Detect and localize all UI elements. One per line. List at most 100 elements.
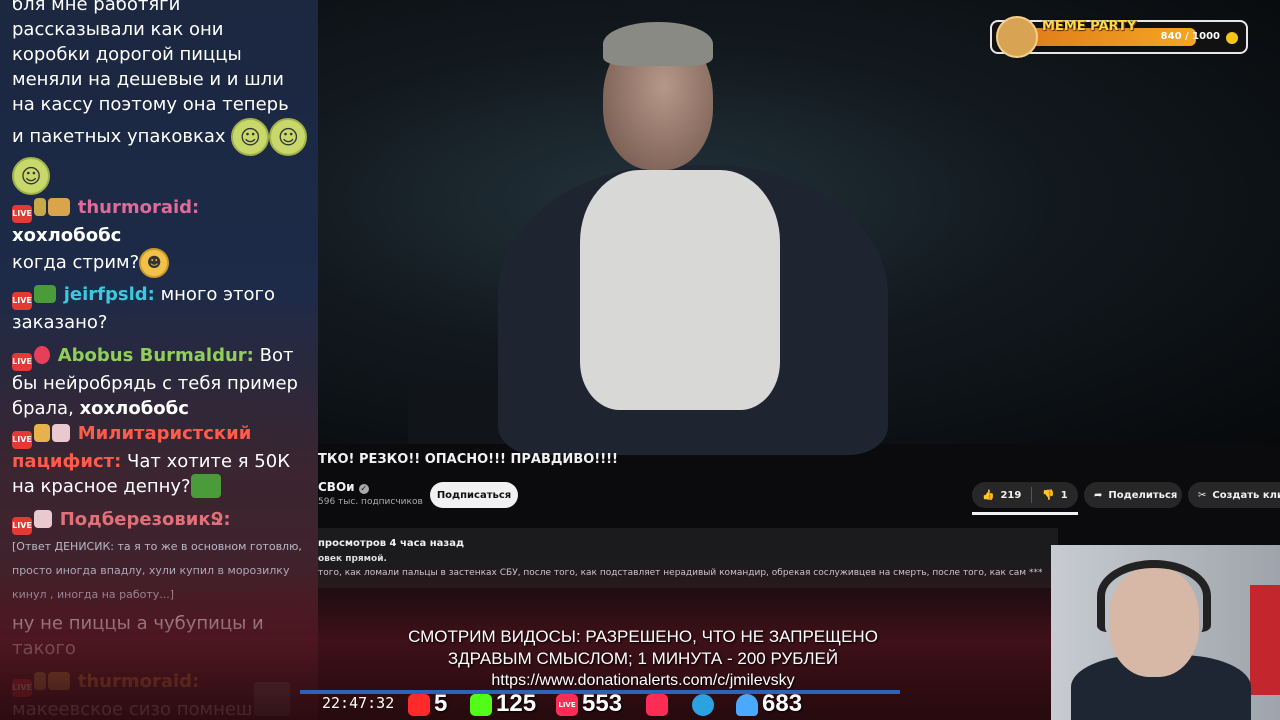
coin-icon [1226,32,1238,44]
chat-username[interactable]: Abobus Burmaldur: [58,345,254,366]
telegram-icon [692,694,714,716]
vk-video-icon [646,694,668,716]
live-badge-icon: LIVE [12,353,32,371]
cat-badge-icon [52,424,70,442]
donation-url[interactable]: https://www.donationalerts.com/c/jmilevs… [318,670,968,692]
shirt-shape [580,170,780,410]
like-count[interactable]: 219 [1000,490,1021,501]
clip-button[interactable]: ✂ Создать кли [1188,482,1280,508]
live-badge-icon: LIVE [12,205,32,223]
clock: 22:47:32 [322,694,395,712]
trophy-badge-icon [34,672,46,690]
chat-line: на кассу поэтому она теперь [12,94,289,115]
laughing-emote-icon: ☺ [12,157,50,195]
chat-text: бы нейробрядь с тебя пример [12,373,298,394]
like-dislike-group: 👍 219 👎 1 [972,482,1078,508]
share-icon: ➦ [1094,489,1103,501]
pepe-emote-icon [190,474,221,498]
live-badge-icon: LIVE [12,517,32,535]
donation-info: СМОТРИМ ВИДОСЫ: РАЗРЕШЕНО, ЧТО НЕ ЗАПРЕЩ… [318,626,968,692]
description-line: того, как ломали пальцы в застенках СБУ,… [318,568,1043,578]
chat-message: LIVE Abobus Burmaldur: Вот бы нейробрядь… [12,343,312,421]
chat-line: и пакетных упаковках ☺ ☺ [12,117,312,157]
verified-icon: ✓ [358,484,369,494]
person-hair-shape [603,22,713,66]
donation-rule-line: СМОТРИМ ВИДОСЫ: РАЗРЕШЕНО, ЧТО НЕ ЗАПРЕЩ… [408,627,878,646]
thumbs-down-icon[interactable]: 👎 [1042,490,1054,501]
reply-quote: [Ответ ДЕНИСИК: та я то же в основном го… [12,535,312,607]
grin-emote-icon: ☻ [139,248,170,278]
channel-name-text[interactable]: СВОи [318,480,355,494]
chat-message: LIVE Милитаристский пацифист: Чат хотите… [12,421,312,499]
video-title: ТКО! РЕЗКО!! ОПАСНО!!! ПРАВДИВО!!!! [318,452,618,467]
headphones-icon [1097,560,1211,632]
reply-line: [Ответ ДЕНИСИК: та я то же в основном го… [12,540,302,553]
thumbs-up-icon[interactable]: 👍 [982,490,994,501]
vk-live-viewer-count: 553 [582,690,623,717]
chat-text: Вот [259,345,294,366]
chat-message: LIVE jeirfpsld: много этого заказано? [12,282,312,335]
subscribe-button[interactable]: Подписаться [430,482,518,508]
total-viewer-count: 683 [762,690,803,717]
meme-party-bar: MEME PARTY 840 / 1000 [990,16,1248,58]
laughing-emote-icon: ☺ [269,118,308,156]
chat-mention: хохлобобс [79,398,189,419]
chat-username[interactable]: ПодберезовикՋ: [60,509,231,530]
chat-text: брала, [12,398,74,419]
reply-line: кинул , иногда на работу...] [12,588,175,601]
divider [1031,487,1033,503]
chat-message: LIVE thurmoraid: хохлобобс когда стрим? ☻ [12,195,312,278]
laughing-emote-icon: ☺ [231,118,270,156]
video-description[interactable]: просмотров 4 часа назад овек прямой. тог… [318,528,1058,588]
cat-badge-icon [34,510,52,528]
live-badge-icon: LIVE [12,292,32,310]
chat-line: меняли на дешевые и и шли [12,69,284,90]
flag-shape [1250,585,1280,695]
chat-username[interactable]: пацифист: [12,451,121,472]
description-line: овек прямой. [318,554,387,564]
subscriber-count: 596 тыс. подписчиков [318,497,423,507]
chat-text: такого [12,638,76,659]
trophy-badge-icon [34,198,46,216]
chat-text: хохлобобс [12,225,122,246]
video-frame[interactable] [318,0,1280,455]
dice-badge-icon [34,346,50,364]
chat-line: рассказывали как они [12,19,224,40]
chat-username[interactable]: thurmoraid: [78,197,200,218]
view-meta: просмотров 4 часа назад [318,538,465,549]
channel-name[interactable]: СВОи ✓ [318,480,369,494]
pet-badge-icon [48,198,70,216]
pet-badge-icon [48,672,70,690]
chat-text: много этого [160,284,275,305]
kick-icon [470,694,492,716]
chat-username[interactable]: Милитаристский [78,423,252,444]
scissors-icon: ✂ [1198,489,1207,501]
chat-username[interactable]: thurmoraid: [78,671,200,692]
donation-rule-line: ЗДРАВЫМ СМЫСЛОМ; 1 МИНУТА - 200 РУБЛЕЙ [447,649,839,668]
meme-party-value: 840 / 1000 [1160,31,1220,42]
doge-icon [996,16,1038,58]
vk-live-icon: LIVE [556,694,578,716]
webcam-feed [1051,545,1280,720]
chat-username[interactable]: jeirfpsld: [64,284,155,305]
chat-text: на красное депну? [12,476,191,497]
chat-line: бля мне работяги [12,0,181,15]
reply-line: просто иногда впадлу, хули купил в мороз… [12,564,290,577]
share-button[interactable]: ➦ Поделиться [1084,482,1182,508]
chat-text: Чат хотите я 50К [127,451,290,472]
chat-text: и пакетных упаковках [12,126,226,147]
beer-badge-icon [34,424,50,442]
youtube-viewer-count: 5 [434,690,448,717]
chat-text: заказано? [12,312,108,333]
live-badge-icon: LIVE [12,431,32,449]
dislike-count[interactable]: 1 [1061,490,1068,501]
pepe-badge-icon [34,285,56,303]
chat-text: когда стрим? [12,252,140,273]
chat-panel: бля мне работяги рассказывали как они ко… [0,0,318,720]
viewers-icon [736,694,758,716]
chat-line: коробки дорогой пиццы [12,44,242,65]
chat-line: ☺ [12,157,312,195]
chat-message: LIVE ПодберезовикՋ: [Ответ ДЕНИСИК: та я… [12,507,312,661]
like-indicator-bar [972,512,1078,515]
kick-viewer-count: 125 [496,690,537,717]
